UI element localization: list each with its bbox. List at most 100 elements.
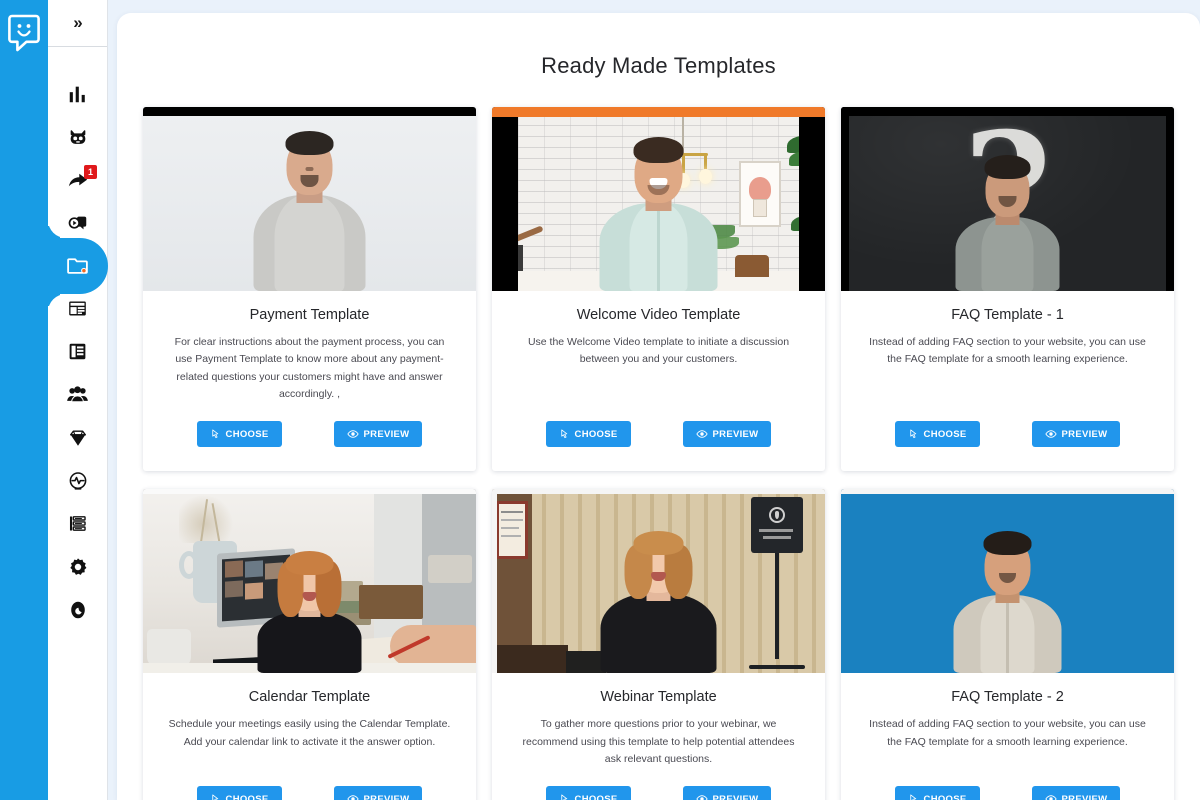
- sidebar-item-chatbot[interactable]: [48, 115, 107, 158]
- share-badge: 1: [84, 165, 97, 179]
- template-info: Welcome Video Template Use the Welcome V…: [492, 291, 825, 403]
- template-info: Webinar Template To gather more question…: [492, 673, 825, 768]
- app-logo[interactable]: [8, 14, 40, 52]
- template-actions: CHOOSE PREVIEW: [841, 768, 1174, 800]
- template-card[interactable]: ? FAQ Templa: [841, 107, 1174, 472]
- template-info: FAQ Template - 1 Instead of adding FAQ s…: [841, 291, 1174, 403]
- choose-button[interactable]: CHOOSE: [545, 421, 631, 448]
- template-info: Calendar Template Schedule your meetings…: [143, 673, 476, 768]
- double-chevron-right-icon: »: [73, 13, 83, 32]
- template-card[interactable]: Calendar Template Schedule your meetings…: [143, 489, 476, 800]
- choose-label: CHOOSE: [574, 793, 618, 800]
- click-cursor-icon: [909, 429, 916, 438]
- list-layers-icon: [69, 516, 86, 531]
- eye-icon: [1044, 795, 1057, 800]
- choose-label: CHOOSE: [225, 793, 269, 800]
- sidebar-item-share[interactable]: 1: [48, 158, 107, 201]
- template-info: Payment Template For clear instructions …: [143, 291, 476, 403]
- form-list-icon: [69, 343, 86, 360]
- template-description: Instead of adding FAQ section to your we…: [869, 718, 1146, 748]
- preview-label: PREVIEW: [1061, 428, 1108, 440]
- click-cursor-icon: [560, 794, 567, 800]
- template-actions: CHOOSE PREVIEW: [492, 403, 825, 471]
- template-title: Welcome Video Template: [576, 307, 741, 323]
- video-chat-icon: [68, 216, 86, 229]
- app-root: » 1 Ready Made Templates Payment Templat…: [0, 0, 1200, 800]
- template-card[interactable]: Welcome Video Template Use the Welcome V…: [492, 107, 825, 472]
- template-card[interactable]: Webinar Template To gather more question…: [492, 489, 825, 800]
- templates-grid: Payment Template For clear instructions …: [143, 107, 1174, 800]
- template-description: To gather more questions prior to your w…: [522, 718, 795, 765]
- choose-button[interactable]: CHOOSE: [545, 786, 631, 800]
- sidebar-item-forms[interactable]: [48, 330, 107, 373]
- template-thumbnail[interactable]: [143, 107, 476, 291]
- template-thumbnail[interactable]: [492, 107, 825, 291]
- preview-button[interactable]: PREVIEW: [1031, 786, 1121, 800]
- template-title: FAQ Template - 1: [951, 307, 1064, 323]
- sidebar-item-templates[interactable]: [0, 238, 108, 294]
- choose-button[interactable]: CHOOSE: [196, 786, 282, 800]
- scene-blue-backdrop: [841, 489, 1174, 674]
- preview-label: PREVIEW: [712, 793, 759, 800]
- diamond-icon: [69, 429, 86, 446]
- choose-button[interactable]: CHOOSE: [894, 786, 980, 800]
- sidebar-item-library[interactable]: [48, 502, 107, 545]
- preview-label: PREVIEW: [712, 428, 759, 440]
- scene-white-brick-room: [492, 107, 825, 291]
- robot-bot-icon: [70, 129, 85, 144]
- scene-desk-laptop: [143, 489, 476, 674]
- sidebar-expand-button[interactable]: »: [48, 0, 107, 47]
- template-info: FAQ Template - 2 Instead of adding FAQ s…: [841, 673, 1174, 768]
- choose-label: CHOOSE: [923, 428, 967, 440]
- scene-studio-grey: [143, 107, 476, 291]
- template-thumbnail[interactable]: [841, 489, 1174, 674]
- sidebar-item-upgrade[interactable]: [48, 416, 107, 459]
- preview-label: PREVIEW: [363, 428, 410, 440]
- sidebar-item-embed[interactable]: [48, 287, 107, 330]
- click-cursor-icon: [560, 429, 567, 438]
- preview-label: PREVIEW: [363, 793, 410, 800]
- click-cursor-icon: [211, 429, 218, 438]
- sidebar-item-activity[interactable]: [48, 459, 107, 502]
- folder-icon: [67, 258, 88, 274]
- preview-button[interactable]: PREVIEW: [1031, 421, 1121, 448]
- template-actions: CHOOSE PREVIEW: [492, 768, 825, 800]
- choose-label: CHOOSE: [923, 793, 967, 800]
- preview-button[interactable]: PREVIEW: [682, 786, 772, 800]
- sidebar-item-team[interactable]: [48, 373, 107, 416]
- sidebar-item-account[interactable]: [48, 588, 107, 631]
- sidebar-item-analytics[interactable]: [48, 72, 107, 115]
- page-title: Ready Made Templates: [541, 53, 776, 78]
- sidebar-item-settings[interactable]: [48, 545, 107, 588]
- preview-button[interactable]: PREVIEW: [682, 421, 772, 448]
- gear-icon: [69, 557, 86, 575]
- template-title: Payment Template: [249, 307, 370, 323]
- eye-icon: [346, 795, 359, 800]
- template-thumbnail[interactable]: [143, 489, 476, 674]
- template-card[interactable]: FAQ Template - 2 Instead of adding FAQ s…: [841, 489, 1174, 800]
- preview-button[interactable]: PREVIEW: [333, 421, 423, 448]
- user-avatar-icon: [70, 601, 85, 618]
- preview-button[interactable]: PREVIEW: [333, 786, 423, 800]
- template-thumbnail[interactable]: [492, 489, 825, 674]
- template-card[interactable]: Payment Template For clear instructions …: [143, 107, 476, 472]
- scene-office-blinds: [492, 489, 825, 674]
- brand-rail: [0, 0, 48, 800]
- template-actions: CHOOSE PREVIEW: [841, 403, 1174, 471]
- template-description: For clear instructions about the payment…: [174, 336, 445, 400]
- template-title: Calendar Template: [248, 689, 371, 706]
- template-title: Webinar Template: [600, 689, 717, 706]
- click-cursor-icon: [909, 794, 916, 800]
- content-panel: Ready Made Templates Payment Template Fo…: [117, 13, 1200, 800]
- choose-label: CHOOSE: [225, 428, 269, 440]
- pulse-activity-icon: [69, 471, 86, 490]
- sidebar-item-list: 1: [0, 47, 108, 631]
- choose-button[interactable]: CHOOSE: [196, 421, 282, 448]
- choose-label: CHOOSE: [574, 428, 618, 440]
- template-actions: CHOOSE PREVIEW: [143, 768, 476, 800]
- users-group-icon: [67, 386, 88, 403]
- template-actions: CHOOSE PREVIEW: [143, 403, 476, 471]
- choose-button[interactable]: CHOOSE: [894, 421, 980, 448]
- preview-label: PREVIEW: [1061, 793, 1108, 800]
- template-thumbnail[interactable]: ?: [841, 107, 1174, 291]
